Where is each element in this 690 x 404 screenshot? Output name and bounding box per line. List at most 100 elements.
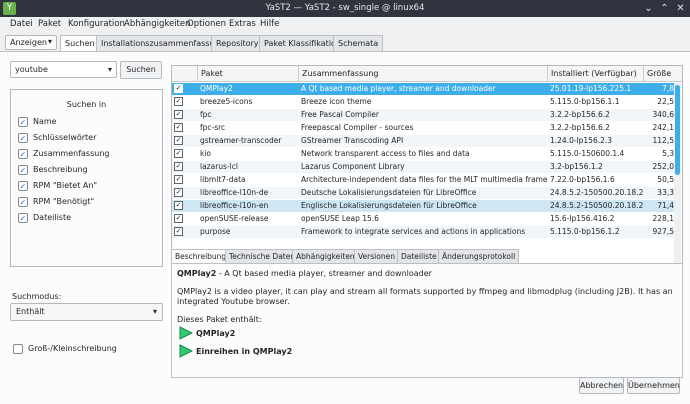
status-checkbox-icon[interactable]: ✓ xyxy=(174,97,183,106)
column-header-groesse[interactable]: Größe xyxy=(647,69,671,78)
package-name: fpc-src xyxy=(200,123,226,132)
minimize-icon[interactable]: ⌄ xyxy=(642,2,655,15)
package-version: 24.8.5.2-150500.20.18.2 xyxy=(550,188,644,197)
column-header-installiert[interactable]: Installiert (Verfügbar) xyxy=(551,69,637,78)
search-mode-select[interactable]: Enthält ▾ xyxy=(10,303,163,321)
table-row[interactable]: ✓ fpc Free Pascal Compiler 3.2.2-bp156.6… xyxy=(172,109,675,121)
description-panel: QMPlay2 - A Qt based media player, strea… xyxy=(171,263,683,378)
package-size: 927,5 xyxy=(652,227,674,236)
checkbox-checked-icon[interactable]: ✓ xyxy=(18,133,28,143)
menu-datei[interactable]: Datei xyxy=(10,19,33,29)
package-name: lazarus-lcl xyxy=(200,162,238,171)
checkbox-checked-icon[interactable]: ✓ xyxy=(18,149,28,159)
package-summary: Network transparent access to files and … xyxy=(301,149,470,158)
table-row[interactable]: ✓ QMPlay2 A Qt based media player, strea… xyxy=(172,83,675,95)
search-in-label-keywords: Schlüsselwörter xyxy=(33,133,97,142)
status-checkbox-icon[interactable]: ✓ xyxy=(174,136,183,145)
checkbox-checked-icon[interactable]: ✓ xyxy=(18,117,28,127)
tab-aenderungsprotokoll[interactable]: Änderungsprotokoll xyxy=(438,249,520,263)
checkbox-checked-icon[interactable]: ✓ xyxy=(18,197,28,207)
checkbox-checked-icon[interactable]: ✓ xyxy=(18,165,28,175)
tab-suchen[interactable]: Suchen xyxy=(60,35,100,52)
table-row[interactable]: ✓ fpc-src Freepascal Compiler - sources … xyxy=(172,122,675,134)
close-icon[interactable]: ✕ xyxy=(674,2,687,15)
package-name: openSUSE-release xyxy=(200,214,269,223)
search-in-label-filelist: Dateiliste xyxy=(33,213,72,222)
status-checkbox-icon[interactable]: ✓ xyxy=(174,188,183,197)
status-checkbox-icon[interactable]: ✓ xyxy=(174,162,183,171)
menu-paket[interactable]: Paket xyxy=(38,19,61,29)
package-size: 22,5 xyxy=(657,97,674,106)
package-version: 5.115.0-bp156.1.2 xyxy=(550,227,620,236)
column-header-zusammenfassung[interactable]: Zusammenfassung xyxy=(302,69,378,78)
column-divider[interactable] xyxy=(298,66,299,82)
package-summary: A Qt based media player, streamer and do… xyxy=(301,84,496,93)
status-checkbox-icon[interactable]: ✓ xyxy=(174,149,183,158)
menu-abhaengigkeiten[interactable]: Abhängigkeiten xyxy=(124,19,191,29)
menu-hilfe[interactable]: Hilfe xyxy=(260,19,279,29)
column-divider[interactable] xyxy=(547,66,548,82)
package-version: 3.2.2-bp156.6.2 xyxy=(550,123,610,132)
menu-optionen[interactable]: Optionen xyxy=(187,19,226,29)
tab-versionen[interactable]: Versionen xyxy=(354,249,399,263)
maximize-icon[interactable]: ⌃ xyxy=(658,2,671,15)
tab-beschreibung[interactable]: Beschreibung xyxy=(171,249,231,264)
cancel-button[interactable]: Abbrechen xyxy=(579,377,624,394)
tab-dateiliste[interactable]: Dateiliste xyxy=(397,249,441,263)
status-checkbox-icon[interactable]: ✓ xyxy=(174,214,183,223)
table-row[interactable]: ✓ libreoffice-l10n-de Deutsche Lokalisie… xyxy=(172,187,675,199)
package-size: 252,0 xyxy=(652,162,674,171)
search-button[interactable]: Suchen xyxy=(120,61,162,79)
checkbox-checked-icon[interactable]: ✓ xyxy=(18,181,28,191)
search-in-label-description: Beschreibung xyxy=(33,165,88,174)
menubar: Datei Paket Konfiguration Abhängigkeiten… xyxy=(0,17,690,33)
table-row[interactable]: ✓ openSUSE-release openSUSE Leap 15.6 15… xyxy=(172,213,675,225)
status-checkbox-icon[interactable]: ✓ xyxy=(174,201,183,210)
package-name: purpose xyxy=(200,227,231,236)
table-row[interactable]: ✓ libreoffice-l10n-en Englische Lokalisi… xyxy=(172,200,675,212)
play-icon xyxy=(179,326,193,340)
package-size: 340,6 xyxy=(652,110,674,119)
detail-summary: - A Qt based media player, streamer and … xyxy=(216,269,432,278)
menu-konfiguration[interactable]: Konfiguration xyxy=(68,19,125,29)
tab-installationszusammenfassung[interactable]: Installationszusammenfassung xyxy=(96,35,230,51)
play-icon xyxy=(179,344,193,358)
table-row[interactable]: ✓ kio Network transparent access to file… xyxy=(172,148,675,160)
column-divider[interactable] xyxy=(643,66,644,82)
tab-technische-daten[interactable]: Technische Daten xyxy=(225,249,300,263)
case-sensitive-label: Groß-/Kleinschreibung xyxy=(28,344,117,353)
table-row[interactable]: ✓ breeze5-icons Breeze icon theme 5.115.… xyxy=(172,96,675,108)
status-checkbox-icon[interactable]: ✓ xyxy=(174,227,183,236)
table-row[interactable]: ✓ libmlt7-data Architecture-independent … xyxy=(172,174,675,186)
table-row[interactable]: ✓ gstreamer-transcoder GStreamer Transco… xyxy=(172,135,675,147)
status-checkbox-icon[interactable]: ✓ xyxy=(174,84,183,93)
menu-extras[interactable]: Extras xyxy=(229,19,256,29)
tab-schemata[interactable]: Schemata xyxy=(333,35,384,51)
accept-button[interactable]: Übernehmen xyxy=(627,377,680,394)
search-combobox[interactable]: ▾ xyxy=(10,61,117,78)
search-in-label-requires: RPM "Benötigt" xyxy=(33,197,95,206)
checkbox-unchecked-icon[interactable] xyxy=(13,344,23,354)
search-in-label-summary: Zusammenfassung xyxy=(33,149,110,158)
package-summary: GStreamer Transcoding API xyxy=(301,136,404,145)
search-input[interactable] xyxy=(11,62,103,77)
view-selector[interactable]: Anzeigen ▾ xyxy=(5,35,57,50)
checkbox-checked-icon[interactable]: ✓ xyxy=(18,213,28,223)
table-row[interactable]: ✓ purpose Framework to integrate service… xyxy=(172,226,675,238)
status-checkbox-icon[interactable]: ✓ xyxy=(174,110,183,119)
column-header-paket[interactable]: Paket xyxy=(201,69,223,78)
status-checkbox-icon[interactable]: ✓ xyxy=(174,123,183,132)
tab-abhaengigkeiten[interactable]: Abhängigkeiten xyxy=(292,249,359,263)
package-size: 33,3 xyxy=(657,188,674,197)
status-checkbox-icon[interactable]: ✓ xyxy=(174,175,183,184)
package-summary: Deutsche Lokalisierungsdateien für Libre… xyxy=(301,188,477,197)
table-row[interactable]: ✓ lazarus-lcl Lazarus Component Library … xyxy=(172,161,675,173)
package-name: libreoffice-l10n-en xyxy=(200,201,269,210)
package-size: 228,1 xyxy=(652,214,674,223)
chevron-down-icon[interactable]: ▾ xyxy=(108,65,112,74)
column-divider[interactable] xyxy=(197,66,198,82)
package-name: fpc xyxy=(200,110,212,119)
scrollbar-thumb[interactable] xyxy=(675,85,680,175)
package-version: 3.2-bp156.1.2 xyxy=(550,162,603,171)
package-summary: openSUSE Leap 15.6 xyxy=(301,214,379,223)
